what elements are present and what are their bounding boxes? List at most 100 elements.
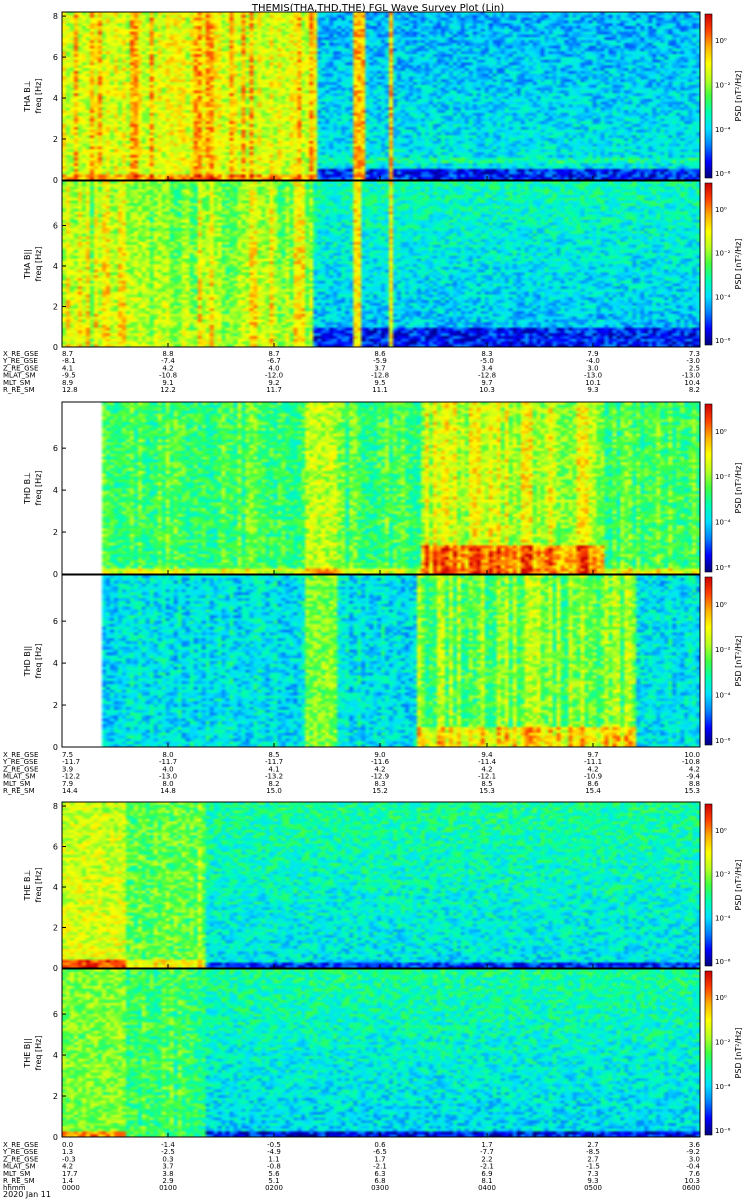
y-axis-label: freq [Hz] (34, 471, 43, 506)
colorbar-label: PSD [nT²/Hz] (734, 239, 743, 290)
colorbar-label: PSD [nT²/Hz] (734, 1028, 743, 1079)
ephemeris-value: 11.1 (372, 386, 388, 394)
colorbar-tick-label: 10⁻² (715, 473, 731, 481)
y-tick-label: 2 (53, 528, 58, 537)
spectrogram-image (62, 802, 700, 968)
y-tick-label: 6 (53, 617, 58, 626)
y-tick-label: 6 (53, 222, 58, 231)
y-tick-label: 0 (53, 176, 58, 185)
panel-the_bl: 0 2 4 6 8 THE B⊥ freq [Hz] 10⁰ 10⁻² 10⁻⁴ 10⁻⁶ PSD [… (23, 801, 743, 973)
y-tick-label: 4 (53, 883, 58, 892)
colorbar-tick-label: 10⁻⁴ (715, 1083, 731, 1091)
colorbar-tick-label: 10⁰ (715, 601, 727, 609)
colorbar-tick-label: 10⁻⁴ (715, 126, 731, 134)
y-tick-label: 6 (53, 1010, 58, 1019)
colorbar-tick-label: 10⁻⁴ (715, 293, 731, 301)
y-tick-label: 8 (53, 802, 58, 811)
colorbar-tick-label: 10⁻⁶ (715, 337, 731, 345)
colorbar-tick-label: 10⁰ (715, 428, 727, 436)
colorbar-tick-label: 10⁻² (715, 250, 731, 258)
ephemeris-value: 10.3 (479, 386, 495, 394)
colorbar-tick-label: 10⁰ (715, 206, 727, 214)
y-tick-label: 4 (53, 1051, 58, 1060)
y-axis-label: freq [Hz] (34, 247, 43, 282)
y-axis-label: freq [Hz] (34, 644, 43, 679)
ephemeris-value: 14.4 (62, 787, 78, 795)
colorbar-tick-label: 10⁻⁶ (715, 564, 731, 572)
colorbar-label: PSD [nT²/Hz] (734, 463, 743, 514)
y-tick-label: 2 (53, 701, 58, 710)
y-tick-label: 8 (53, 12, 58, 21)
ephemeris-value: 0300 (371, 1184, 389, 1192)
y-axis-label: THA B|| (23, 249, 32, 280)
ephemeris-value: 15.4 (585, 787, 601, 795)
y-axis-label: THD B⊥ (23, 472, 32, 505)
y-tick-label: 0 (53, 743, 58, 752)
colorbar-tick-label: 10⁻⁶ (715, 170, 731, 178)
spectrogram-image (62, 575, 700, 747)
colorbar-tick-label: 10⁰ (715, 994, 727, 1002)
y-tick-label: 0 (53, 1133, 58, 1142)
ephemeris-value: 15.0 (266, 787, 282, 795)
ephemeris-value: 15.2 (372, 787, 388, 795)
y-tick-label: 2 (53, 924, 58, 933)
y-axis-label: THE B|| (23, 1038, 32, 1068)
panel-tha_bl: 0 2 4 6 8 THA B⊥ freq [Hz] 10⁰ 10⁻² 10⁻⁴ 10⁻⁶ PSD [… (23, 11, 743, 185)
ephemeris-row-label: R_RE_SM (3, 386, 35, 394)
y-tick-label: 6 (53, 53, 58, 62)
y-axis-label: THE B⊥ (23, 869, 32, 901)
colorbar-tick-label: 10⁻⁴ (715, 692, 731, 700)
colorbar-tick-label: 10⁻² (715, 1039, 731, 1047)
ephemeris-value: 0100 (159, 1184, 177, 1192)
colorbar (704, 182, 713, 346)
panel-tha_bpar: 0 2 4 6 THA B|| freq [Hz] 10⁰ 10⁻² 10⁻⁴ 10⁻⁶ PSD [… (23, 180, 743, 352)
ephemeris-value: 11.7 (266, 386, 282, 394)
colorbar (704, 576, 713, 746)
spectrogram-image (62, 402, 700, 574)
ephemeris-value: 0400 (478, 1184, 496, 1192)
spectrogram-image (62, 181, 700, 347)
ephemeris-value: 0500 (584, 1184, 602, 1192)
y-tick-label: 2 (53, 135, 58, 144)
spectrogram-image (62, 969, 700, 1137)
y-tick-label: 0 (53, 343, 58, 352)
date-label: 2020 Jan 11 (3, 1190, 51, 1199)
wave-survey-figure: THEMIS(THA,THD,THE) FGL Wave Survey Plot… (2, 3, 743, 1199)
ephemeris-value: 12.2 (160, 386, 176, 394)
ephemeris-value: 15.3 (684, 787, 700, 795)
ephemeris-tha: X_RE_GSE 8.7 8.8 8.7 8.6 8.3 7.9 7.3Y_RE_GSE -8.… (2, 350, 701, 394)
y-axis-label: THD B|| (23, 646, 32, 677)
y-tick-label: 0 (53, 964, 58, 973)
ephemeris-value: 12.8 (62, 386, 78, 394)
y-tick-label: 6 (53, 843, 58, 852)
panel-thd_bpar: 0 2 4 6 THD B|| freq [Hz] 10⁰ 10⁻² 10⁻⁴ 10⁻⁶ PSD [… (23, 574, 743, 752)
y-axis-label: freq [Hz] (34, 79, 43, 114)
colorbar-label: PSD [nT²/Hz] (734, 860, 743, 911)
colorbar-tick-label: 10⁻² (715, 871, 731, 879)
ephemeris-value: 0600 (682, 1184, 700, 1192)
y-tick-label: 0 (53, 570, 58, 579)
colorbar-tick-label: 10⁻⁶ (715, 737, 731, 745)
colorbar (704, 970, 713, 1136)
colorbar-tick-label: 10⁻² (715, 82, 731, 90)
spectrogram-image (62, 12, 700, 180)
colorbar-label: PSD [nT²/Hz] (734, 636, 743, 687)
colorbar-tick-label: 10⁰ (715, 827, 727, 835)
ephemeris-value: 0000 (62, 1184, 80, 1192)
ephemeris-the: X_RE_GSE 0.0 -1.4 -0.5 0.6 1.7 2.7 3.6Y_RE_GSE 1… (2, 1141, 701, 1192)
ephemeris-value: 9.3 (587, 386, 598, 394)
colorbar-tick-label: 10⁻⁶ (715, 1127, 731, 1135)
y-axis-label: freq [Hz] (34, 1036, 43, 1071)
panel-thd_bl: 0 2 4 6 THD B⊥ freq [Hz] 10⁰ 10⁻² 10⁻⁴ 10⁻⁶ PSD [n… (23, 401, 743, 579)
colorbar-tick-label: 10⁻⁴ (715, 519, 731, 527)
y-tick-label: 6 (53, 444, 58, 453)
ephemeris-thd: X_RE_GSE 7.5 8.0 8.5 9.0 9.4 9.7 10.0Y_RE_GSE -1… (2, 751, 701, 795)
y-axis-label: THA B⊥ (23, 80, 32, 112)
spectrogram-panels: 02468THA B⊥ freq [Hz]10⁰10⁻²10⁻⁴10⁻⁶PSD [… (23, 11, 743, 1142)
y-tick-label: 4 (53, 659, 58, 668)
ephemeris-value: 15.3 (479, 787, 495, 795)
y-tick-label: 4 (53, 486, 58, 495)
colorbar-label: PSD [nT²/Hz] (734, 71, 743, 122)
y-tick-label: 4 (53, 94, 58, 103)
colorbar (704, 803, 713, 967)
